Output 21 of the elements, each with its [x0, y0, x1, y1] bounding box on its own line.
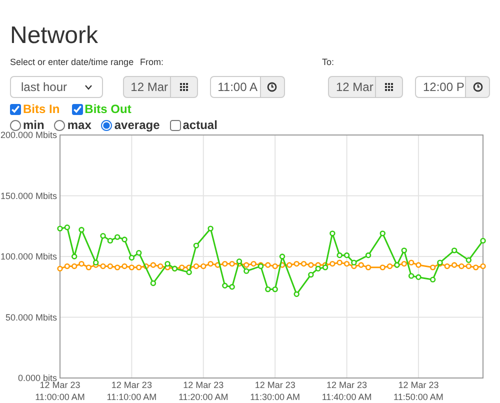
page-title: Network: [10, 22, 100, 50]
x-axis-label: 12 Mar 23 11:00:00 AM: [35, 380, 85, 402]
option-label: min: [23, 117, 44, 132]
y-axis-label: 100.000 Mbits: [0, 252, 57, 262]
x-axis-label: 12 Mar 23 11:40:00 AM: [322, 380, 372, 402]
range-label: Select or enter date/time range: [10, 57, 134, 67]
x-axis-label: 12 Mar 23 11:10:00 AM: [106, 380, 157, 402]
x-axis-label: 12 Mar 23 11:50:00 AM: [394, 380, 444, 402]
x-axis-label: 12 Mar 23 11:20:00 AM: [178, 380, 228, 402]
y-axis-label: 150.000 Mbits: [0, 190, 57, 201]
option-label: actual: [182, 117, 218, 133]
series-label: Bits In: [23, 101, 60, 117]
option-label: average: [114, 117, 160, 133]
from-label: From:: [140, 57, 164, 67]
option-label: max: [67, 117, 92, 133]
y-axis-label: 50.000 Mbits: [5, 312, 57, 322]
to-label: To:: [322, 56, 334, 68]
y-axis-label: 0.000 bits: [18, 373, 57, 383]
x-axis-label: 12 Mar 23 11:30:00 AM: [250, 380, 300, 402]
y-axis-label: 200.000 Mbits: [0, 130, 57, 140]
series-label: Bits Out: [84, 101, 132, 117]
